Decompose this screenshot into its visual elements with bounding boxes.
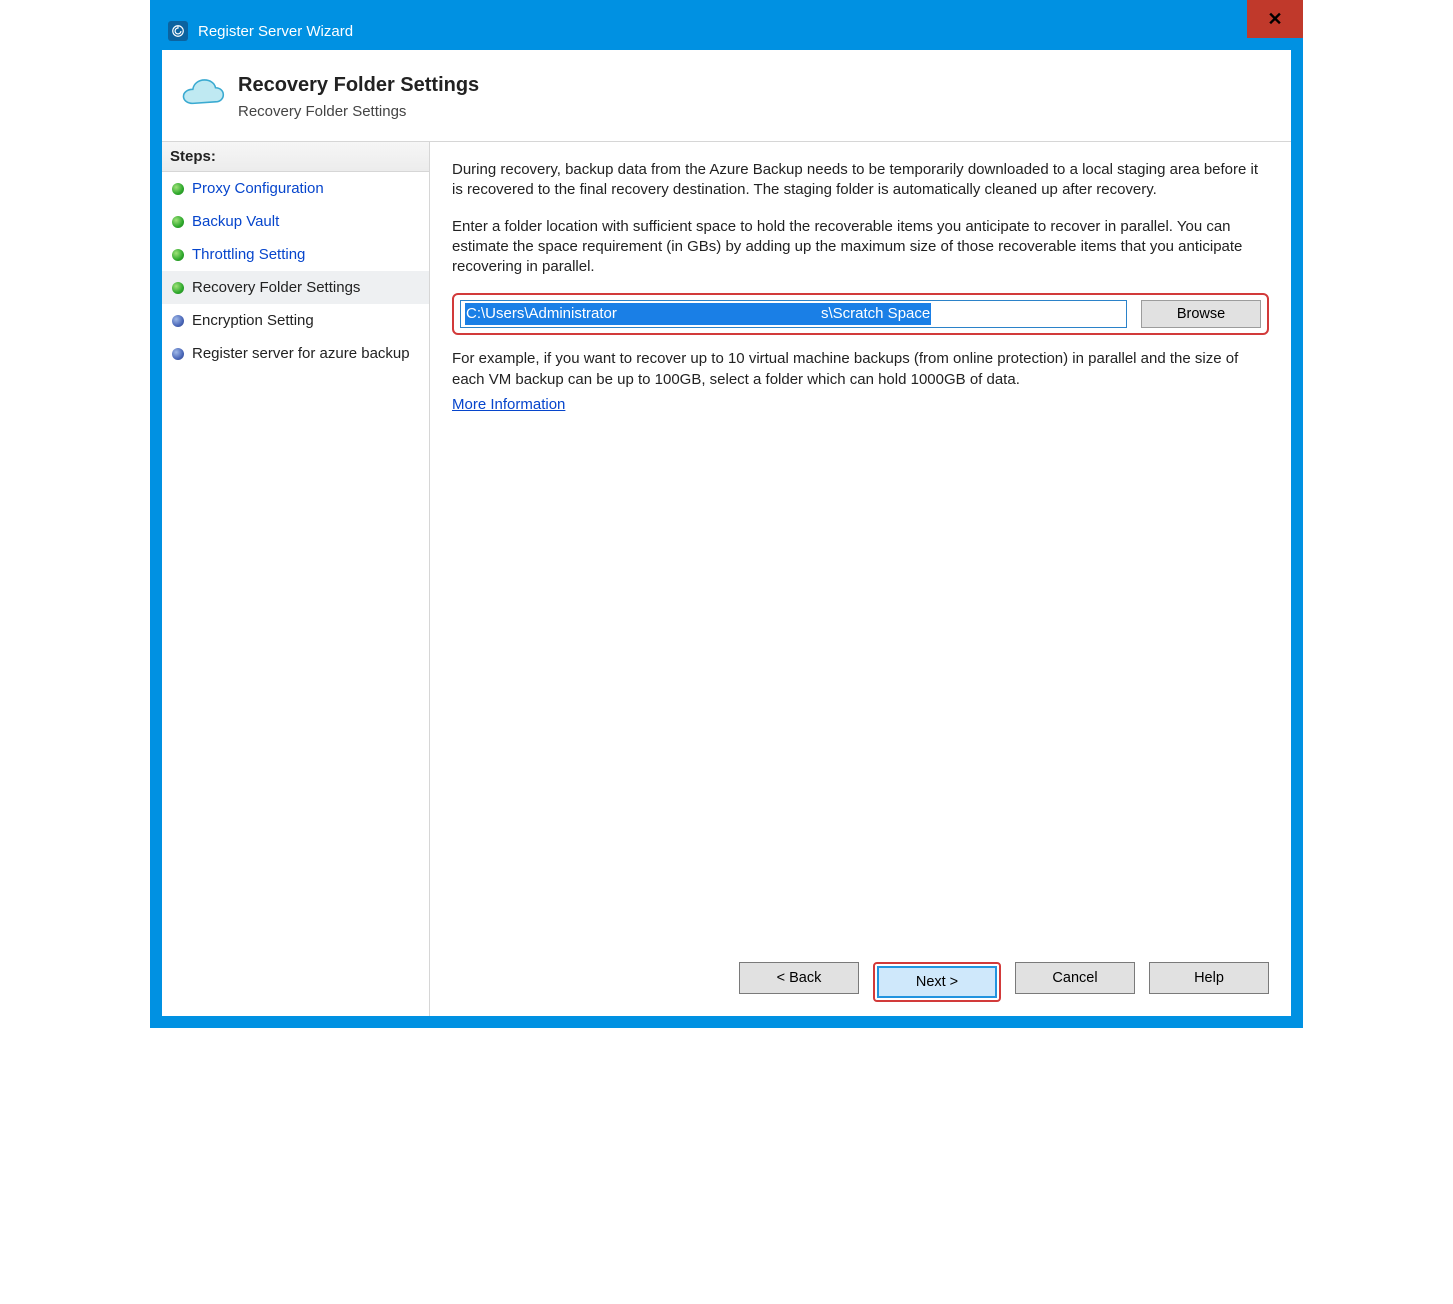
window-title: Register Server Wizard — [198, 23, 353, 40]
title-bar: Register Server Wizard ✕ — [162, 12, 1291, 50]
page-title: Recovery Folder Settings — [238, 74, 479, 97]
step-label: Register server for azure backup — [192, 345, 410, 362]
button-bar: < Back Next > Cancel Help — [452, 948, 1269, 1002]
steps-sidebar: Steps: Proxy Configuration Backup Vault … — [162, 142, 430, 1016]
step-label: Encryption Setting — [192, 312, 314, 329]
path-segment-1: C:\Users\Administrator — [465, 303, 820, 325]
cancel-button[interactable]: Cancel — [1015, 962, 1135, 994]
step-recovery-folder-settings[interactable]: Recovery Folder Settings — [162, 271, 429, 304]
wizard-window: Register Server Wizard ✕ Recovery Folder… — [150, 0, 1303, 1028]
bullet-icon — [172, 249, 184, 261]
step-label: Backup Vault — [192, 213, 279, 230]
step-label: Throttling Setting — [192, 246, 305, 263]
step-throttling-setting[interactable]: Throttling Setting — [162, 238, 429, 271]
cloud-icon — [168, 76, 238, 115]
step-encryption-setting[interactable]: Encryption Setting — [162, 304, 429, 337]
step-backup-vault[interactable]: Backup Vault — [162, 205, 429, 238]
step-register-server[interactable]: Register server for azure backup — [162, 337, 429, 370]
path-row-highlight: C:\Users\Administrators\Scratch Space Br… — [452, 293, 1269, 335]
bullet-icon — [172, 282, 184, 294]
close-icon: ✕ — [1267, 9, 1282, 30]
example-paragraph: For example, if you want to recover up t… — [452, 349, 1269, 390]
step-label: Proxy Configuration — [192, 180, 324, 197]
step-proxy-configuration[interactable]: Proxy Configuration — [162, 172, 429, 205]
back-button[interactable]: < Back — [739, 962, 859, 994]
close-button[interactable]: ✕ — [1247, 0, 1303, 38]
next-button-highlight: Next > — [873, 962, 1001, 1002]
help-button[interactable]: Help — [1149, 962, 1269, 994]
header-titles: Recovery Folder Settings Recovery Folder… — [238, 72, 479, 120]
bullet-icon — [172, 183, 184, 195]
more-information-link[interactable]: More Information — [452, 396, 1269, 413]
step-label: Recovery Folder Settings — [192, 279, 360, 296]
browse-button[interactable]: Browse — [1141, 300, 1261, 328]
intro-paragraph-2: Enter a folder location with sufficient … — [452, 217, 1269, 278]
page-subtitle: Recovery Folder Settings — [238, 103, 479, 120]
wizard-header: Recovery Folder Settings Recovery Folder… — [162, 50, 1291, 142]
content-panel: During recovery, backup data from the Az… — [430, 142, 1291, 1016]
path-segment-2: s\Scratch Space — [820, 303, 931, 325]
bullet-icon — [172, 315, 184, 327]
bullet-icon — [172, 348, 184, 360]
folder-path-input[interactable]: C:\Users\Administrators\Scratch Space — [460, 300, 1127, 328]
intro-paragraph-1: During recovery, backup data from the Az… — [452, 160, 1269, 201]
bullet-icon — [172, 216, 184, 228]
app-icon — [168, 21, 188, 41]
steps-heading: Steps: — [162, 142, 429, 172]
next-button[interactable]: Next > — [877, 966, 997, 998]
